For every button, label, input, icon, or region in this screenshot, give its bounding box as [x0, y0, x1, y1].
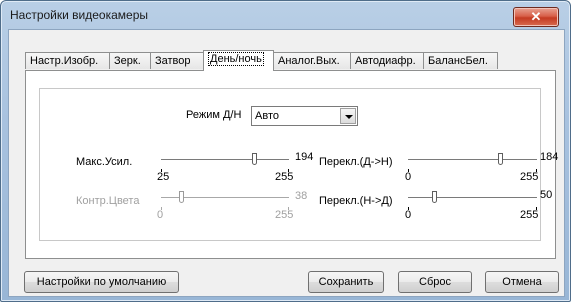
max-gain-min: 25 — [157, 171, 170, 183]
tab-label: День/ночь — [208, 52, 264, 66]
close-icon: ✕ — [530, 9, 542, 24]
switch-night-day-slider[interactable] — [408, 191, 537, 221]
settings-group: Режим Д/Н Авто Макс.Усил. 194 25 255 Кон… — [39, 88, 558, 241]
dialog-client-area: Настр.Изобр. Зерк. Затвор День/ночь Анал… — [8, 29, 565, 297]
color-contrast-value: 38 — [295, 190, 308, 202]
title-bar[interactable]: Настройки видеокамеры ✕ — [1, 1, 570, 29]
tab-label: Автодиафр. — [355, 55, 416, 67]
tab-label: Настр.Изобр. — [30, 55, 99, 67]
tab-mirror[interactable]: Зерк. — [109, 52, 151, 69]
save-button[interactable]: Сохранить — [308, 271, 384, 293]
color-contrast-max: 255 — [275, 209, 294, 221]
tab-label: БалансБел. — [428, 55, 488, 67]
switch-day-night-value: 184 — [540, 151, 559, 163]
slider-track — [408, 159, 537, 160]
color-contrast-slider — [161, 191, 289, 221]
close-button[interactable]: ✕ — [513, 7, 559, 27]
tab-label: Зерк. — [114, 55, 141, 67]
switch-day-night-min: 0 — [405, 171, 412, 183]
switch-day-night-slider[interactable] — [408, 153, 537, 183]
color-contrast-label: Контр.Цвета — [76, 195, 140, 207]
tab-day-night[interactable]: День/ночь — [203, 50, 274, 71]
slider-thumb — [179, 191, 184, 203]
tab-analog-output[interactable]: Аналог.Вых. — [273, 52, 351, 69]
tab-image-settings[interactable]: Настр.Изобр. — [25, 52, 110, 69]
tab-shutter[interactable]: Затвор — [150, 52, 204, 69]
defaults-button[interactable]: Настройки по умолчанию — [24, 271, 179, 293]
switch-day-night-max: 255 — [520, 171, 539, 183]
mode-label: Режим Д/Н — [186, 109, 242, 121]
slider-thumb[interactable] — [252, 153, 257, 165]
switch-night-day-min: 0 — [405, 209, 412, 221]
tab-label: Затвор — [155, 55, 191, 67]
tab-white-balance[interactable]: БалансБел. — [423, 52, 498, 69]
dropdown-arrow-icon[interactable] — [340, 108, 356, 124]
reset-button[interactable]: Сброс — [398, 271, 472, 293]
window-title: Настройки видеокамеры — [10, 8, 149, 22]
color-contrast-min: 0 — [157, 209, 164, 221]
switch-night-day-max: 255 — [520, 209, 539, 221]
switch-day-night-label: Перекл.(Д->Н) — [319, 156, 393, 168]
max-gain-max: 255 — [275, 171, 294, 183]
max-gain-label: Макс.Усил. — [76, 156, 133, 168]
mode-value: Авто — [255, 110, 279, 122]
slider-thumb[interactable] — [432, 191, 437, 203]
slider-thumb[interactable] — [498, 153, 503, 165]
mode-select[interactable]: Авто — [251, 106, 358, 126]
max-gain-value: 194 — [295, 151, 314, 163]
tab-label: Аналог.Вых. — [278, 55, 340, 67]
settings-window: Настройки видеокамеры ✕ Настр.Изобр. Зер… — [0, 0, 571, 302]
switch-night-day-value: 50 — [540, 189, 553, 201]
switch-night-day-label: Перекл.(Н->Д) — [319, 195, 393, 207]
slider-track — [161, 159, 289, 160]
slider-track — [408, 197, 537, 198]
cancel-button[interactable]: Отмена — [485, 271, 559, 293]
day-night-panel: Режим Д/Н Авто Макс.Усил. 194 25 255 Кон… — [25, 70, 558, 259]
max-gain-slider[interactable] — [161, 153, 289, 183]
tab-auto-iris[interactable]: Автодиафр. — [350, 52, 424, 69]
